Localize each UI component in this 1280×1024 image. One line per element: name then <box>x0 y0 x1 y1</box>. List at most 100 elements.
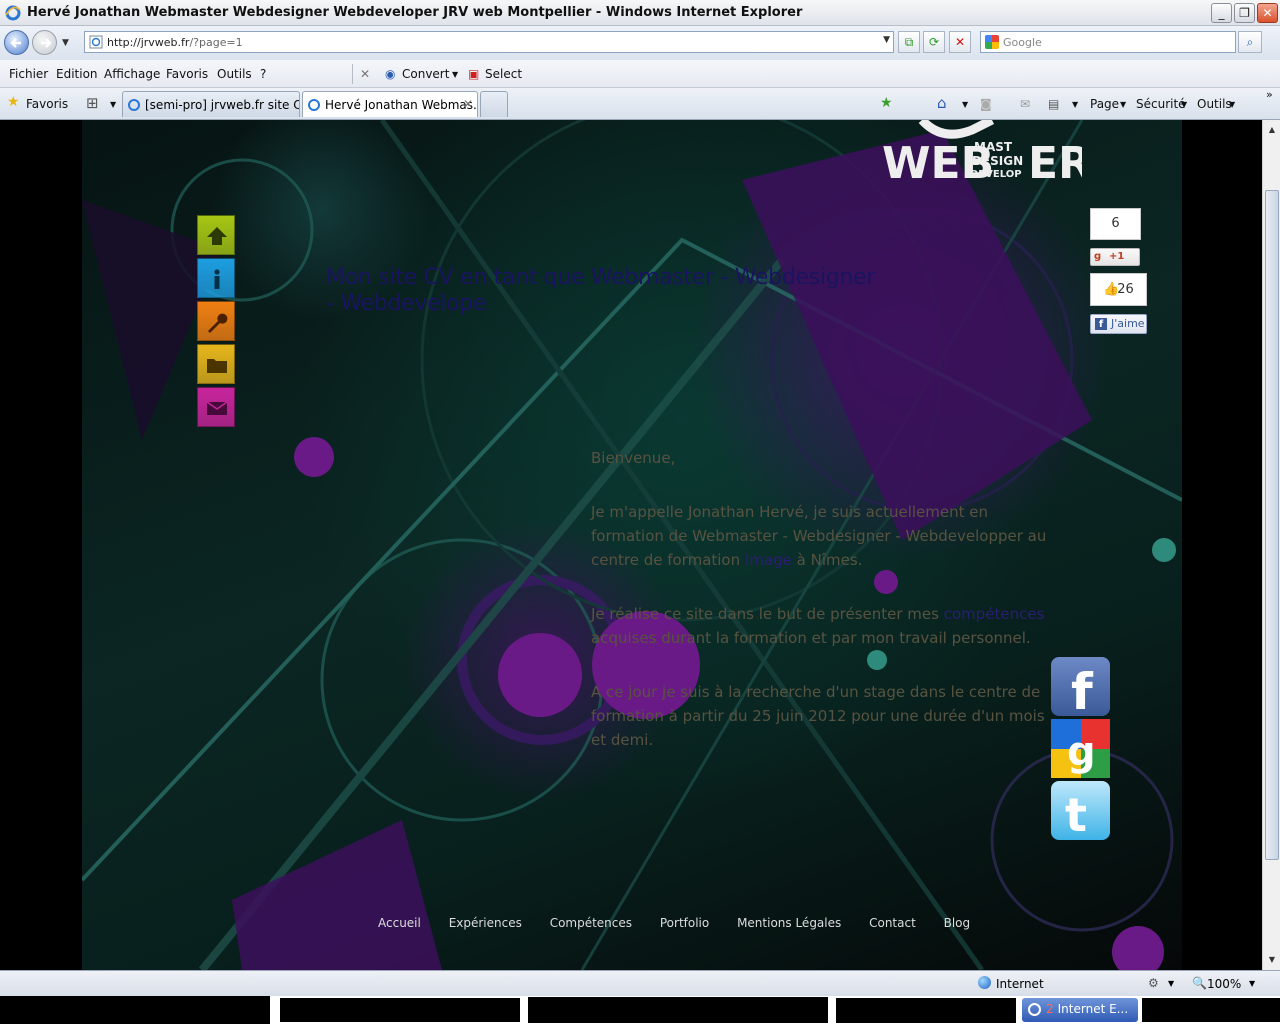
paragraph-welcome: Bienvenue, <box>591 449 676 467</box>
zoom-level[interactable]: 100% <box>1207 977 1241 991</box>
status-bar: Internet ⚙ ▼ 🔍 100% ▼ <box>0 970 1280 996</box>
footer-link-competences[interactable]: Compétences <box>550 916 632 930</box>
stop-icon[interactable]: ✕ <box>949 31 971 53</box>
gplus-icon: g <box>1094 251 1102 262</box>
footer-link-blog[interactable]: Blog <box>944 916 971 930</box>
convert-dropdown-icon[interactable]: ▼ <box>452 70 458 79</box>
favorites-star-icon: ★ <box>7 94 20 110</box>
convert-button[interactable]: Convert <box>402 67 449 81</box>
taskbar-ie-group[interactable]: 2 Internet E... <box>1022 998 1138 1022</box>
nav-home-button[interactable] <box>197 215 235 255</box>
close-toolbar-icon[interactable]: ✕ <box>360 67 370 81</box>
mail-icon[interactable]: ✉ <box>1020 97 1030 111</box>
nav-contact-button[interactable] <box>197 387 235 427</box>
menu-fichier[interactable]: Fichier <box>9 67 48 81</box>
compat-view-icon[interactable]: ⧉ <box>898 31 920 53</box>
vertical-scrollbar[interactable]: ▲ ▼ <box>1262 120 1280 970</box>
page-viewport: WEB ER MAST DESIGN DEVELOP Mon site CV e… <box>0 120 1262 970</box>
nav-info-button[interactable] <box>197 258 235 298</box>
menu-affichage[interactable]: Affichage <box>104 67 160 81</box>
security-dropdown-icon[interactable]: ▼ <box>1181 100 1187 109</box>
footer-link-accueil[interactable]: Accueil <box>378 916 421 930</box>
minimize-button[interactable]: _ <box>1211 3 1232 23</box>
twitter-button[interactable]: t <box>1051 781 1110 842</box>
tab-list-dropdown-icon[interactable]: ▼ <box>110 100 116 109</box>
refresh-icon[interactable]: ⟳ <box>923 31 945 53</box>
gplus-button[interactable]: g +1 <box>1090 248 1140 266</box>
footer-link-mentions[interactable]: Mentions Légales <box>737 916 841 930</box>
maximize-button[interactable]: ❐ <box>1234 3 1255 23</box>
menu-favoris[interactable]: Favoris <box>166 67 208 81</box>
protected-dropdown-icon[interactable]: ▼ <box>1168 979 1174 988</box>
history-dropdown-icon[interactable]: ▼ <box>62 38 69 48</box>
address-field[interactable]: http://jrvweb.fr/?page=1 ▼ <box>84 31 894 53</box>
taskbar-redacted <box>528 997 828 1023</box>
print-dropdown-icon[interactable]: ▼ <box>1072 100 1078 109</box>
taskbar-redacted <box>0 996 270 1024</box>
zoom-dropdown-icon[interactable]: ▼ <box>1249 979 1255 988</box>
arrow-left-icon <box>10 38 21 48</box>
address-toolbar: ▼ http://jrvweb.fr/?page=1 ▼ ⧉ ⟳ ✕ Googl… <box>0 26 1280 60</box>
image-link[interactable]: Image <box>745 551 792 569</box>
print-icon[interactable]: ▤ <box>1048 97 1059 111</box>
tools-dropdown-icon[interactable]: ▼ <box>1229 100 1235 109</box>
tab-label: [semi-pro] jrvweb.fr site CV /... <box>145 98 299 112</box>
side-nav <box>197 215 237 430</box>
nav-portfolio-button[interactable] <box>197 344 235 384</box>
scroll-up-icon[interactable]: ▲ <box>1265 122 1279 138</box>
protected-mode-icon[interactable]: ⚙ <box>1148 976 1159 990</box>
menu-help[interactable]: ? <box>260 67 266 81</box>
home-dropdown-icon[interactable]: ▼ <box>962 100 968 109</box>
security-menu[interactable]: Sécurité <box>1136 97 1186 111</box>
google-icon: g <box>1051 719 1110 778</box>
footer-link-portfolio[interactable]: Portfolio <box>660 916 709 930</box>
feeds-icon[interactable]: ◙ <box>980 97 992 111</box>
page-menu[interactable]: Page <box>1090 97 1119 111</box>
svg-text:t: t <box>1065 788 1087 840</box>
tab-herve-jonathan[interactable]: Hervé Jonathan Webmas... ✕ <box>302 91 478 117</box>
add-favorite-icon[interactable]: ★ <box>880 95 893 111</box>
chevron-more-icon[interactable]: » <box>1266 88 1273 101</box>
footer-link-experiences[interactable]: Expériences <box>449 916 522 930</box>
menu-edition[interactable]: Edition <box>56 67 98 81</box>
google-button[interactable]: g <box>1051 719 1110 778</box>
ie-logo-icon <box>5 5 21 21</box>
close-button[interactable]: ✕ <box>1257 3 1278 23</box>
new-tab-button[interactable] <box>480 91 508 117</box>
nav-skills-button[interactable] <box>197 301 235 341</box>
select-button[interactable]: Select <box>485 67 522 81</box>
menu-separator <box>352 64 353 84</box>
favorites-bar: ★ Favoris ⊞ ▼ [semi-pro] jrvweb.fr site … <box>0 88 1280 120</box>
paragraph-text: à Nîmes. <box>791 551 863 569</box>
taskbar-label: Internet E... <box>1057 1002 1129 1016</box>
scroll-thumb[interactable] <box>1265 190 1279 860</box>
paragraph-text: Je réalise ce site dans le but de présen… <box>591 605 944 623</box>
search-icon[interactable]: ⌕ <box>1238 31 1262 53</box>
search-input[interactable]: Google <box>980 31 1236 53</box>
tools-menu[interactable]: Outils <box>1197 97 1232 111</box>
address-dropdown-icon[interactable]: ▼ <box>883 35 890 45</box>
footer-link-contact[interactable]: Contact <box>869 916 916 930</box>
zoom-icon: 🔍 <box>1192 976 1207 990</box>
tab-close-icon[interactable]: ✕ <box>463 97 473 111</box>
home-icon <box>207 227 227 245</box>
info-icon <box>214 269 220 289</box>
tab-semi-pro[interactable]: [semi-pro] jrvweb.fr site CV /... <box>122 91 300 117</box>
favorites-button[interactable]: Favoris <box>26 97 68 111</box>
competences-link[interactable]: compétences <box>944 605 1045 623</box>
quick-tabs-icon[interactable]: ⊞ <box>86 94 99 112</box>
back-button[interactable] <box>4 30 29 55</box>
arrow-right-icon <box>41 38 52 48</box>
menu-outils[interactable]: Outils <box>217 67 252 81</box>
google-icon <box>985 35 999 49</box>
page-dropdown-icon[interactable]: ▼ <box>1120 100 1126 109</box>
envelope-icon <box>206 401 228 415</box>
home-icon[interactable]: ⌂ <box>937 94 947 112</box>
footer-nav: Accueil Expériences Compétences Portfoli… <box>378 916 994 930</box>
fb-like-button[interactable]: f J'aime <box>1090 314 1147 334</box>
gplus-count: 6 <box>1090 208 1141 240</box>
forward-button[interactable] <box>32 30 57 55</box>
svg-text:f: f <box>1071 663 1094 716</box>
facebook-button[interactable]: f <box>1051 657 1110 721</box>
scroll-down-icon[interactable]: ▼ <box>1265 952 1279 968</box>
